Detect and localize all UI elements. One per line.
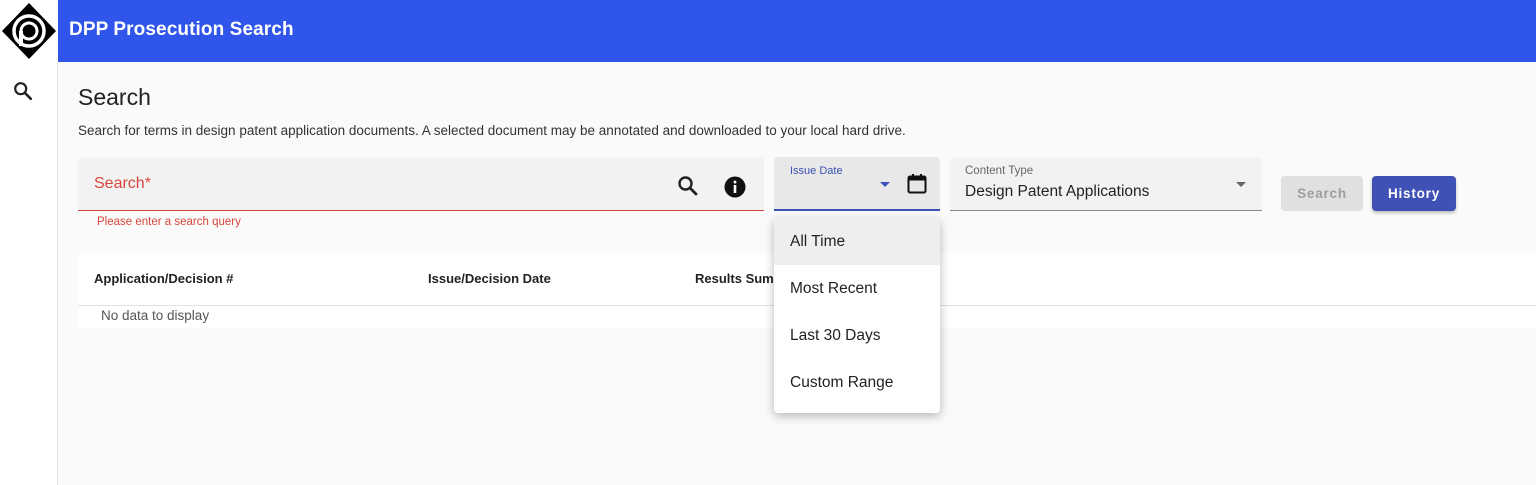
search-input-label: Search*	[94, 175, 151, 193]
search-error-message: Please enter a search query	[97, 216, 241, 228]
dpp-logo-icon[interactable]	[0, 0, 58, 62]
search-icon[interactable]	[12, 80, 34, 102]
menu-item-all-time[interactable]: All Time	[774, 218, 940, 265]
app-header: DPP Prosecution Search	[0, 0, 1536, 62]
side-rail	[0, 62, 58, 485]
issue-date-select[interactable]: Issue Date	[774, 157, 940, 211]
info-icon[interactable]	[723, 175, 747, 199]
calendar-icon[interactable]	[905, 172, 929, 196]
content-type-value: Design Patent Applications	[965, 183, 1149, 201]
menu-item-custom-range[interactable]: Custom Range	[774, 359, 940, 406]
page-description: Search for terms in design patent applic…	[78, 123, 906, 138]
page-title: Search	[78, 84, 151, 111]
issue-date-label: Issue Date	[790, 165, 843, 177]
column-header-issue-date[interactable]: Issue/Decision Date	[428, 271, 551, 286]
history-button[interactable]: History	[1372, 176, 1456, 211]
chevron-down-icon	[880, 182, 890, 187]
chevron-down-icon	[1236, 182, 1246, 187]
search-button[interactable]: Search	[1281, 176, 1363, 211]
menu-item-most-recent[interactable]: Most Recent	[774, 265, 940, 312]
menu-item-last-30-days[interactable]: Last 30 Days	[774, 312, 940, 359]
column-header-application[interactable]: Application/Decision #	[94, 271, 233, 286]
search-icon[interactable]	[676, 174, 700, 198]
column-header-results-summary[interactable]: Results Sum	[695, 271, 774, 286]
issue-date-menu: All Time Most Recent Last 30 Days Custom…	[774, 218, 940, 413]
content-type-select[interactable]: Content Type Design Patent Applications	[950, 157, 1262, 211]
app-title: DPP Prosecution Search	[69, 19, 294, 41]
content-type-label: Content Type	[965, 165, 1033, 177]
search-input[interactable]: Search*	[78, 157, 764, 211]
empty-table-message: No data to display	[101, 308, 209, 323]
